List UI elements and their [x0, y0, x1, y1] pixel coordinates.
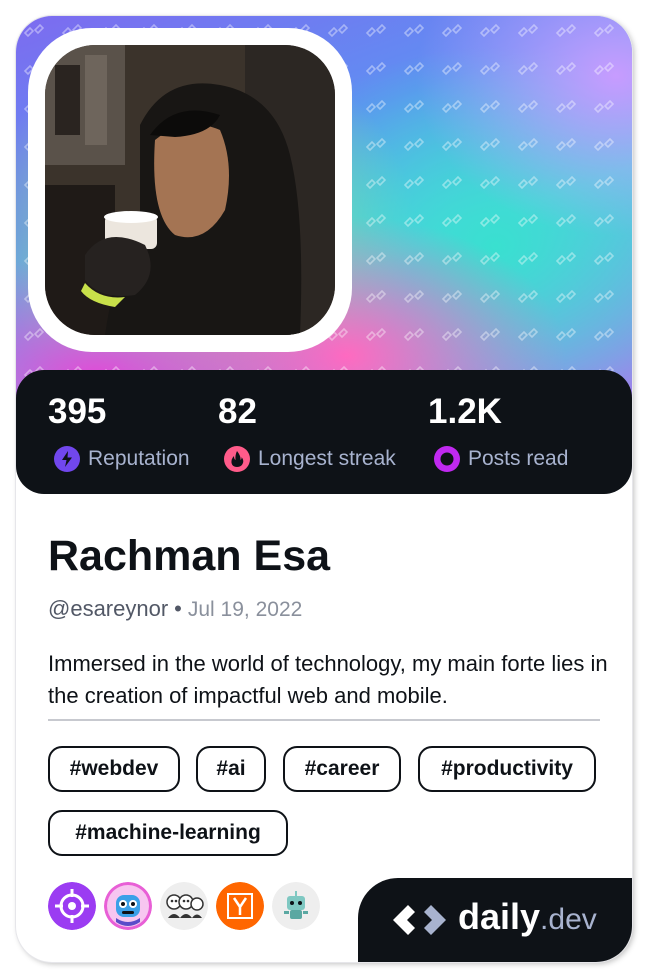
streak-label-row: Longest streak	[224, 446, 396, 472]
profile-meta: @esareynor • Jul 19, 2022	[48, 596, 302, 622]
streak-value: 82	[218, 392, 257, 431]
avatar[interactable]	[45, 45, 335, 335]
reputation-label: Reputation	[88, 447, 190, 470]
stats-bar: 395 Reputation 82 Longest streak 1.2K Po…	[16, 370, 632, 494]
tag-ai[interactable]: #ai	[196, 746, 266, 792]
lightning-icon	[54, 446, 80, 472]
robot-badge-icon[interactable]	[104, 882, 152, 930]
divider	[48, 719, 600, 721]
meta-separator: •	[174, 596, 182, 621]
tag-career[interactable]: #career	[283, 746, 401, 792]
devcard: 395 Reputation 82 Longest streak 1.2K Po…	[16, 16, 632, 962]
avatar-photo	[45, 45, 335, 335]
posts-read-label-row: Posts read	[434, 446, 568, 472]
posts-read-value: 1.2K	[428, 392, 502, 431]
crosshair-badge-icon[interactable]	[48, 882, 96, 930]
profile-bio: Immersed in the world of technology, my …	[48, 651, 608, 708]
reputation-label-row: Reputation	[54, 446, 190, 472]
tag-machine-learning[interactable]: #machine-learning	[48, 810, 288, 856]
team-badge-icon[interactable]	[160, 882, 208, 930]
flame-icon	[224, 446, 250, 472]
streak-label: Longest streak	[258, 447, 396, 470]
cover-background	[16, 16, 632, 416]
brand-main: daily	[458, 896, 541, 937]
joined-date: Jul 19, 2022	[187, 598, 303, 621]
brand-footer: daily.dev	[358, 878, 632, 962]
eye-icon	[434, 446, 460, 472]
y-badge-icon[interactable]	[216, 882, 264, 930]
avatar-frame	[28, 28, 352, 352]
daily-dev-logo-icon	[393, 905, 446, 935]
brand-suffix: .dev	[540, 903, 597, 936]
tag-productivity[interactable]: #productivity	[418, 746, 596, 792]
bot-badge-icon[interactable]	[272, 882, 320, 930]
brand-name: daily.dev	[458, 896, 597, 938]
profile-handle[interactable]: @esareynor	[48, 596, 168, 621]
reputation-value: 395	[48, 392, 107, 431]
tag-webdev[interactable]: #webdev	[48, 746, 180, 792]
posts-read-label: Posts read	[468, 447, 569, 470]
profile-name: Rachman Esa	[48, 532, 331, 580]
